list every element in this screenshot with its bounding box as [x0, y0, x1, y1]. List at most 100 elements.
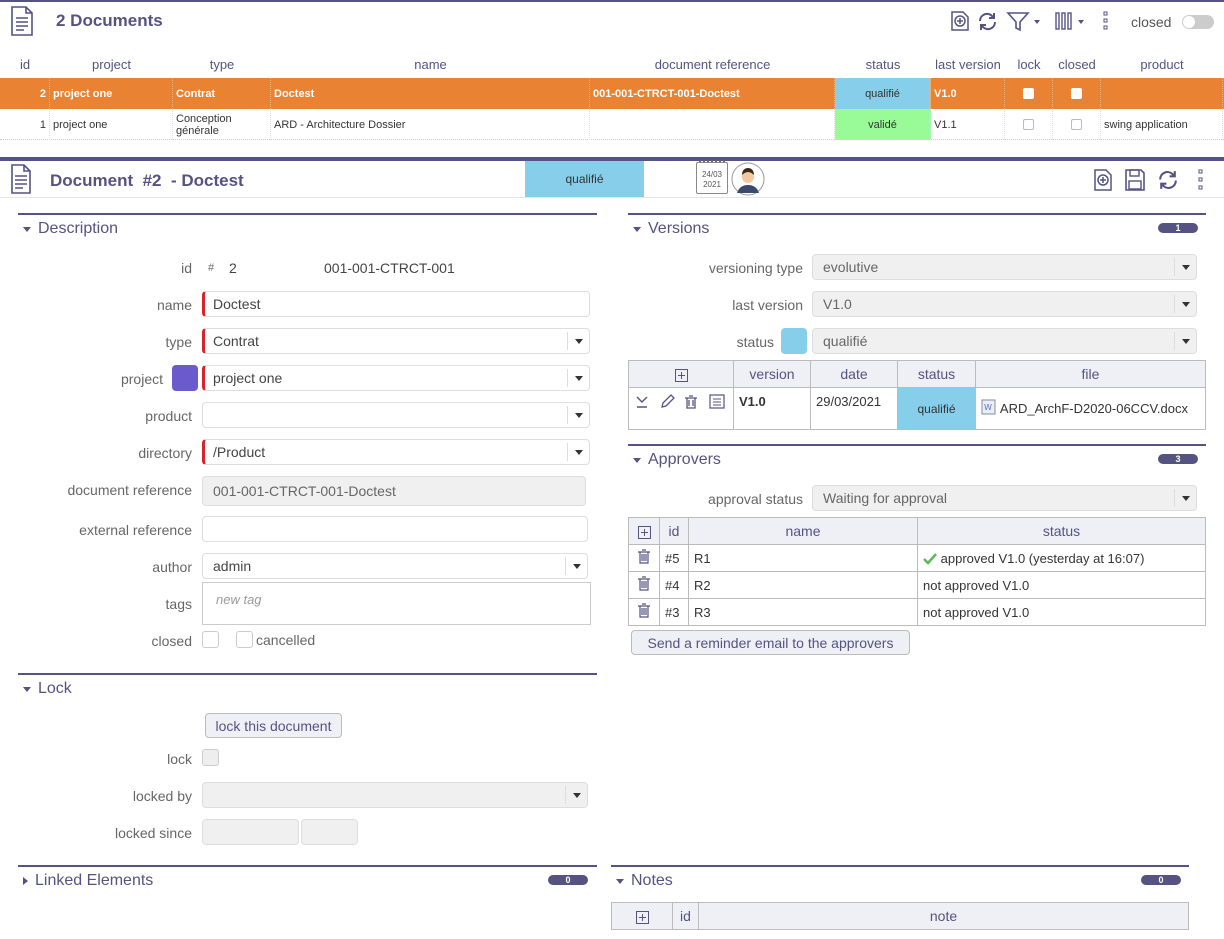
- col-header-last-version[interactable]: last version: [931, 40, 1005, 78]
- closed-checkbox[interactable]: [202, 631, 219, 648]
- collapse-icon: [23, 226, 31, 232]
- author-select[interactable]: admin: [202, 553, 588, 579]
- col-header-reference[interactable]: document reference: [590, 40, 835, 78]
- more-menu-icon[interactable]: [1196, 168, 1206, 192]
- notes-count-badge: 0: [1141, 875, 1181, 885]
- row-project: project one: [50, 78, 173, 109]
- section-notes-toggle[interactable]: Notes: [616, 872, 673, 890]
- delete-icon[interactable]: [685, 395, 697, 409]
- section-linked-toggle[interactable]: Linked Elements: [23, 872, 153, 890]
- delete-approver-button[interactable]: [628, 598, 660, 626]
- project-select[interactable]: project one: [202, 365, 590, 391]
- detail-status-badge: qualifié: [525, 161, 644, 197]
- refresh-icon[interactable]: [976, 10, 999, 33]
- col-header-closed[interactable]: closed: [1053, 40, 1101, 78]
- new-document-icon[interactable]: [949, 10, 971, 32]
- directory-select[interactable]: /Product: [202, 439, 590, 465]
- more-menu-icon[interactable]: [1101, 10, 1111, 32]
- table-row: V1.0 29/03/2021 qualifié W ARD_ArchF-D20…: [628, 387, 1206, 430]
- delete-icon: [638, 576, 650, 591]
- delete-approver-button[interactable]: [628, 544, 660, 572]
- send-reminder-button[interactable]: Send a reminder email to the approvers: [631, 630, 910, 655]
- delete-approver-button[interactable]: [628, 571, 660, 599]
- type-label: type: [165, 334, 192, 350]
- new-document-icon[interactable]: [1092, 168, 1114, 192]
- approver-name: R3: [688, 598, 918, 626]
- expand-icon: [23, 877, 28, 885]
- table-row[interactable]: 2 project one Contrat Doctest 001-001-CT…: [0, 78, 1224, 109]
- author-label: author: [152, 559, 192, 575]
- col-header-project[interactable]: project: [50, 40, 173, 78]
- add-version-button[interactable]: [628, 360, 734, 388]
- row-type: Conception générale: [173, 109, 271, 140]
- chevron-down-icon[interactable]: [1174, 295, 1196, 313]
- filter-icon[interactable]: [1006, 10, 1042, 32]
- section-lock-toggle[interactable]: Lock: [23, 680, 72, 698]
- section-versions-toggle[interactable]: Versions: [633, 220, 709, 238]
- project-label: project: [120, 371, 163, 387]
- col-header-id[interactable]: id: [0, 40, 50, 78]
- approval-status-select[interactable]: Waiting for approval: [812, 485, 1197, 511]
- edit-icon[interactable]: [661, 394, 675, 408]
- add-approver-button[interactable]: [628, 517, 660, 545]
- lock-document-button[interactable]: lock this document: [205, 713, 342, 738]
- date-year: 2021: [703, 180, 721, 189]
- section-description-toggle[interactable]: Description: [23, 220, 118, 238]
- chevron-down-icon[interactable]: [567, 406, 589, 424]
- last-version-value: V1.0: [823, 296, 852, 312]
- col-header-lock[interactable]: lock: [1005, 40, 1053, 78]
- external-reference-field[interactable]: [202, 516, 588, 542]
- status-color-swatch: [781, 328, 807, 354]
- col-header-product[interactable]: product: [1101, 40, 1223, 78]
- type-select[interactable]: Contrat: [202, 328, 590, 354]
- save-icon[interactable]: [1124, 168, 1146, 192]
- version-status-select[interactable]: qualifié: [812, 328, 1197, 354]
- chevron-down-icon[interactable]: [1174, 332, 1196, 350]
- name-field[interactable]: Doctest: [202, 291, 590, 317]
- chevron-down-icon[interactable]: [1174, 258, 1196, 276]
- add-note-button[interactable]: [611, 902, 673, 930]
- section-divider: [628, 444, 1206, 446]
- details-icon[interactable]: [709, 394, 725, 409]
- approver-name: R2: [688, 571, 918, 599]
- chevron-down-icon[interactable]: [567, 369, 589, 387]
- document-reference-field: 001-001-CTRCT-001-Doctest: [202, 476, 586, 506]
- product-select[interactable]: [202, 402, 590, 428]
- row-lock: [1005, 109, 1053, 140]
- section-title: Versions: [648, 220, 710, 237]
- locked-since-label: locked since: [114, 825, 192, 841]
- approver-status: not approved V1.0: [917, 598, 1206, 626]
- approver-status-text: approved V1.0 (yesterday at 16:07): [940, 550, 1145, 566]
- col-header-status: status: [917, 517, 1206, 545]
- section-title: Linked Elements: [35, 872, 154, 889]
- row-lock: [1005, 78, 1053, 109]
- version-file[interactable]: W ARD_ArchF-D2020-06CCV.docx: [975, 387, 1206, 430]
- table-row[interactable]: 1 project one Conception générale ARD - …: [0, 109, 1224, 140]
- col-header-type[interactable]: type: [173, 40, 271, 78]
- columns-icon[interactable]: [1054, 10, 1088, 32]
- versioning-type-select[interactable]: evolutive: [812, 254, 1197, 280]
- lock-label: lock: [167, 751, 192, 767]
- tags-field[interactable]: new tag: [202, 582, 591, 625]
- cancelled-checkbox[interactable]: [236, 631, 253, 648]
- last-version-select[interactable]: V1.0: [812, 291, 1197, 317]
- download-icon[interactable]: [636, 396, 648, 408]
- col-header-name[interactable]: name: [271, 40, 590, 78]
- section-title: Approvers: [648, 451, 721, 468]
- chevron-down-icon[interactable]: [567, 443, 589, 461]
- product-label: product: [145, 408, 192, 424]
- chevron-down-icon[interactable]: [1174, 489, 1196, 507]
- col-header-status[interactable]: status: [835, 40, 931, 78]
- section-divider: [18, 865, 597, 867]
- closed-toggle[interactable]: [1182, 15, 1214, 29]
- row-version: V1.1: [931, 109, 1005, 140]
- row-closed: [1053, 78, 1101, 109]
- chevron-down-icon[interactable]: [567, 332, 589, 350]
- user-avatar-icon: [731, 162, 765, 196]
- list-header: 2 Documents closed: [0, 0, 1224, 40]
- refresh-icon[interactable]: [1156, 168, 1180, 192]
- delete-icon: [638, 549, 650, 564]
- chevron-down-icon[interactable]: [565, 557, 587, 575]
- table-row: #5 R1 approved V1.0 (yesterday at 16:07): [628, 544, 1206, 572]
- section-approvers-toggle[interactable]: Approvers: [633, 451, 721, 469]
